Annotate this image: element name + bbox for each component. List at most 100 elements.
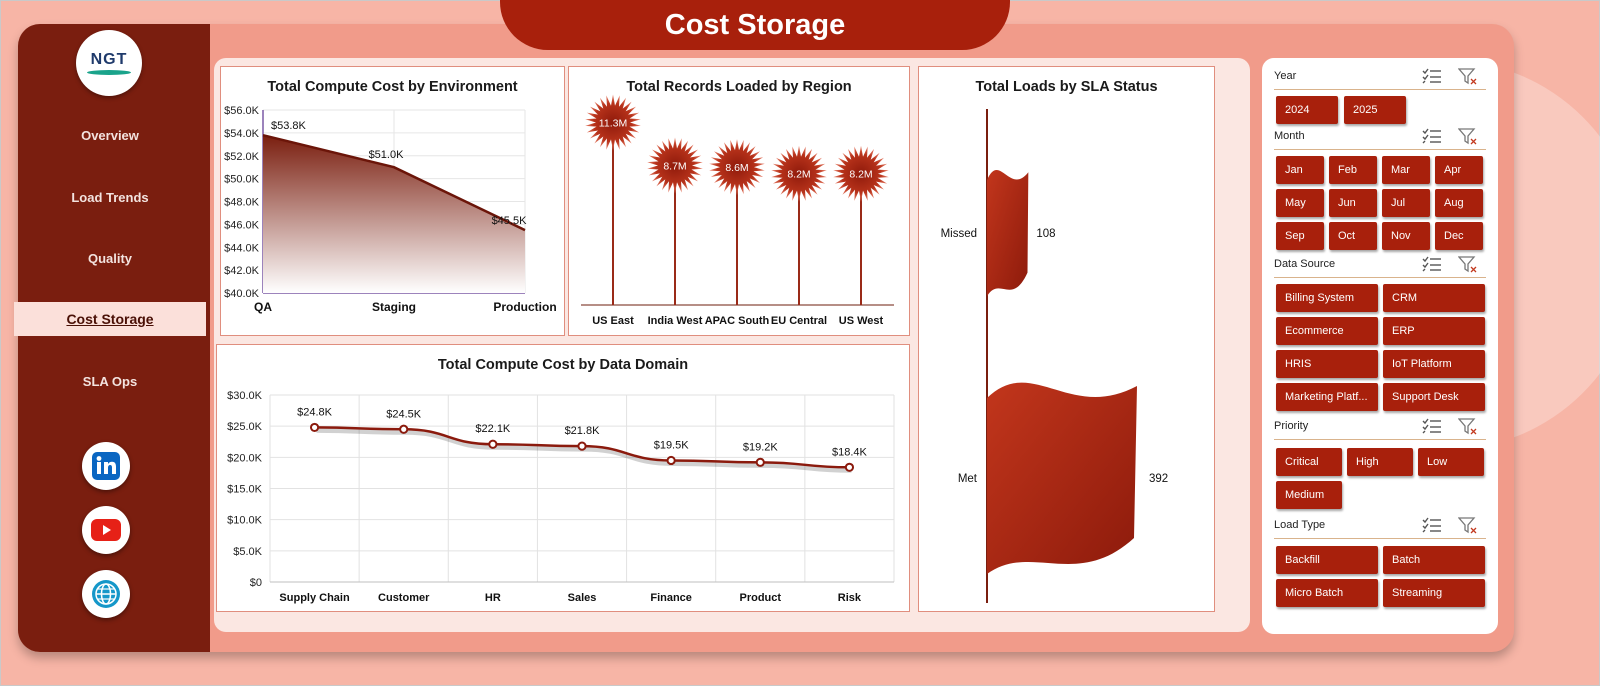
- logo-text: NGT: [90, 51, 128, 68]
- month-slicer-button[interactable]: Jun: [1329, 189, 1377, 217]
- priority-slicer-button[interactable]: Medium: [1276, 481, 1342, 509]
- priority-slicer-button[interactable]: Low: [1418, 448, 1484, 476]
- region-x-tick-label: US East: [592, 315, 634, 327]
- domain-point: [755, 457, 765, 467]
- domain-x-tick-label: Sales: [568, 592, 597, 604]
- domain-point: [399, 424, 409, 434]
- domain-x-tick-label: Product: [740, 592, 782, 604]
- multi-select-icon[interactable]: [1422, 128, 1442, 149]
- sla-bar-chart: Missed 108 Met 392: [941, 109, 1168, 603]
- source-slicer-button[interactable]: Ecommerce: [1276, 317, 1378, 345]
- year-slicer-label: Year: [1274, 70, 1297, 82]
- nav-item-sla-ops[interactable]: SLA Ops: [14, 364, 206, 398]
- loadtype-slicer-button[interactable]: Batch: [1383, 546, 1485, 574]
- month-slicer-button[interactable]: Feb: [1329, 156, 1377, 184]
- sla-chart-card: Total Loads by SLA Status Missed 108 Met 39…: [918, 66, 1215, 612]
- source-slicer-button[interactable]: Marketing Platf...: [1276, 383, 1378, 411]
- month-slicer-button[interactable]: Jul: [1382, 189, 1430, 217]
- clear-filter-icon[interactable]: [1457, 256, 1478, 279]
- source-slicer-button[interactable]: Billing System: [1276, 284, 1378, 312]
- env-y-tick-label: $56.0K: [224, 105, 260, 117]
- domain-y-tick-label: $10.0K: [227, 515, 263, 527]
- clear-filter-icon[interactable]: [1457, 517, 1478, 540]
- env-area-chart: $40.0K $42.0K $44.0K $46.0K $48.0K $50.0K $52.…: [224, 105, 557, 314]
- env-chart-card: Total Compute Cost by Environment $40.0K…: [220, 66, 565, 336]
- multi-select-icon[interactable]: [1422, 418, 1442, 439]
- domain-point: [488, 439, 498, 449]
- month-slicer-button[interactable]: May: [1276, 189, 1324, 217]
- priority-slicer-button[interactable]: High: [1347, 448, 1413, 476]
- clear-filter-icon[interactable]: [1457, 68, 1478, 91]
- env-data-label: $53.8K: [271, 120, 307, 132]
- env-y-tick-label: $46.0K: [224, 219, 260, 231]
- loadtype-slicer-button[interactable]: Micro Batch: [1276, 579, 1378, 607]
- domain-data-label: $18.4K: [832, 446, 868, 458]
- sla-category-label: Met: [958, 473, 978, 485]
- clear-filter-icon[interactable]: [1457, 418, 1478, 441]
- domain-data-label: $21.8K: [565, 425, 601, 437]
- priority-slicer-button[interactable]: Critical: [1276, 448, 1342, 476]
- source-slicer-button[interactable]: IoT Platform: [1383, 350, 1485, 378]
- multi-select-icon[interactable]: [1422, 517, 1442, 538]
- priority-slicer-label: Priority: [1274, 420, 1309, 432]
- env-y-tick-label: $52.0K: [224, 151, 260, 163]
- domain-y-tick-label: $20.0K: [227, 452, 263, 464]
- priority-slicer-header: Priority: [1274, 414, 1486, 440]
- month-slicer-button[interactable]: Apr: [1435, 156, 1483, 184]
- domain-point: [577, 441, 587, 451]
- month-slicer-button[interactable]: Jan: [1276, 156, 1324, 184]
- source-slicer-label: Data Source: [1274, 258, 1336, 270]
- env-y-tick-label: $44.0K: [224, 242, 260, 254]
- loadtype-slicer-header: Load Type: [1274, 513, 1486, 539]
- month-slicer-button[interactable]: Nov: [1382, 222, 1430, 250]
- source-slicer-button[interactable]: CRM: [1383, 284, 1485, 312]
- domain-data-label: $19.2K: [743, 441, 779, 453]
- domain-data-label: $22.1K: [475, 423, 511, 435]
- month-slicer-header: Month: [1274, 124, 1486, 150]
- nav-item-load-trends[interactable]: Load Trends: [14, 180, 206, 214]
- domain-y-tick-label: $25.0K: [227, 421, 263, 433]
- multi-select-icon[interactable]: [1422, 68, 1442, 89]
- domain-point: [666, 455, 676, 466]
- source-slicer-button[interactable]: Support Desk: [1383, 383, 1485, 411]
- nav-item-quality[interactable]: Quality: [14, 241, 206, 275]
- region-data-label: 8.6M: [725, 162, 748, 174]
- globe-icon[interactable]: [82, 570, 130, 618]
- region-data-label: 11.3M: [599, 118, 627, 130]
- domain-x-tick-label: Risk: [838, 592, 862, 604]
- region-x-tick-label: India West: [648, 315, 703, 327]
- month-slicer-button[interactable]: Mar: [1382, 156, 1430, 184]
- linkedin-icon[interactable]: [82, 442, 130, 490]
- domain-data-label: $24.8K: [297, 406, 333, 418]
- loadtype-slicer-button[interactable]: Streaming: [1383, 579, 1485, 607]
- source-slicer-header: Data Source: [1274, 252, 1486, 278]
- env-y-tick-label: $50.0K: [224, 174, 260, 186]
- domain-data-label: $24.5K: [386, 408, 422, 420]
- multi-select-icon[interactable]: [1422, 256, 1442, 277]
- clear-filter-icon[interactable]: [1457, 128, 1478, 151]
- sla-bar: [987, 382, 1137, 574]
- region-chart-card: Total Records Loaded by Region 11.3M US E…: [568, 66, 910, 336]
- logo: NGT: [76, 30, 142, 96]
- env-y-tick-label: $40.0K: [224, 288, 260, 300]
- domain-y-tick-label: $5.0K: [233, 546, 262, 558]
- env-x-tick-label: Staging: [372, 300, 416, 314]
- nav-item-overview[interactable]: Overview: [14, 118, 206, 152]
- year-slicer-button[interactable]: 2024: [1276, 96, 1338, 124]
- loadtype-slicer-button[interactable]: Backfill: [1276, 546, 1378, 574]
- domain-data-label: $19.5K: [654, 439, 690, 451]
- month-slicer-button[interactable]: Aug: [1435, 189, 1483, 217]
- env-y-tick-label: $42.0K: [224, 265, 260, 277]
- sla-bar: [987, 170, 1029, 297]
- month-slicer-button[interactable]: Dec: [1435, 222, 1483, 250]
- sla-data-label: 392: [1149, 473, 1168, 485]
- domain-point: [844, 462, 855, 472]
- source-slicer-button[interactable]: ERP: [1383, 317, 1485, 345]
- year-slicer-button[interactable]: 2025: [1344, 96, 1406, 124]
- month-slicer-button[interactable]: Oct: [1329, 222, 1377, 250]
- month-slicer-button[interactable]: Sep: [1276, 222, 1324, 250]
- youtube-icon[interactable]: [82, 506, 130, 554]
- env-y-tick-label: $54.0K: [224, 128, 260, 140]
- source-slicer-button[interactable]: HRIS: [1276, 350, 1378, 378]
- nav-item-cost-storage[interactable]: Cost Storage: [14, 302, 206, 336]
